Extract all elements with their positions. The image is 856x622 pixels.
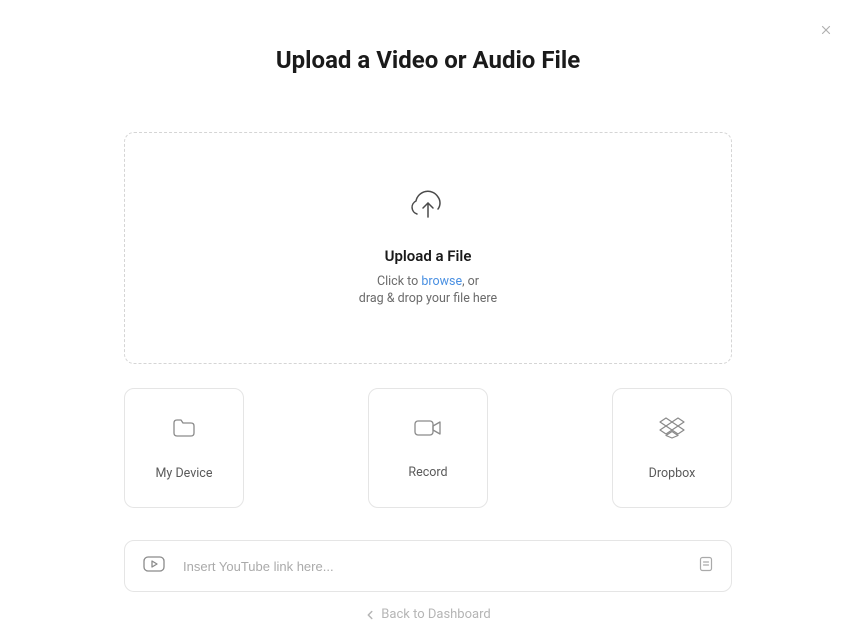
upload-modal: Upload a Video or Audio File Upload a Fi…	[0, 0, 856, 618]
record-option[interactable]: Record	[368, 388, 488, 508]
dropzone-subtitle: Click to browse, or drag & drop your fil…	[359, 273, 497, 308]
close-button[interactable]	[818, 22, 834, 38]
close-icon	[819, 23, 833, 37]
upload-dropzone[interactable]: Upload a File Click to browse, or drag &…	[124, 132, 732, 364]
youtube-icon	[143, 556, 165, 576]
browse-link[interactable]: browse	[421, 274, 462, 289]
content-wrapper: Upload a File Click to browse, or drag &…	[124, 132, 732, 592]
my-device-option[interactable]: My Device	[124, 388, 244, 508]
cloud-upload-icon	[408, 189, 448, 223]
folder-icon	[171, 416, 197, 444]
clipboard-icon	[699, 556, 713, 572]
youtube-link-row	[124, 540, 732, 592]
back-to-dashboard-link[interactable]: Back to Dashboard	[365, 607, 490, 622]
subtitle-prefix: Click to	[377, 274, 421, 289]
option-label: Record	[408, 465, 447, 480]
option-label: Dropbox	[649, 466, 696, 481]
chevron-left-icon	[365, 610, 375, 620]
subtitle-line2: drag & drop your file here	[359, 291, 497, 306]
dropzone-title: Upload a File	[385, 247, 472, 265]
video-camera-icon	[413, 417, 443, 443]
modal-title: Upload a Video or Audio File	[0, 46, 856, 74]
option-label: My Device	[156, 466, 213, 481]
back-label: Back to Dashboard	[381, 607, 490, 622]
source-options: My Device Record	[124, 388, 732, 508]
dropbox-option[interactable]: Dropbox	[612, 388, 732, 508]
youtube-link-input[interactable]	[183, 559, 681, 574]
paste-button[interactable]	[699, 556, 713, 576]
subtitle-suffix: , or	[462, 274, 479, 289]
dropbox-icon	[658, 416, 686, 444]
